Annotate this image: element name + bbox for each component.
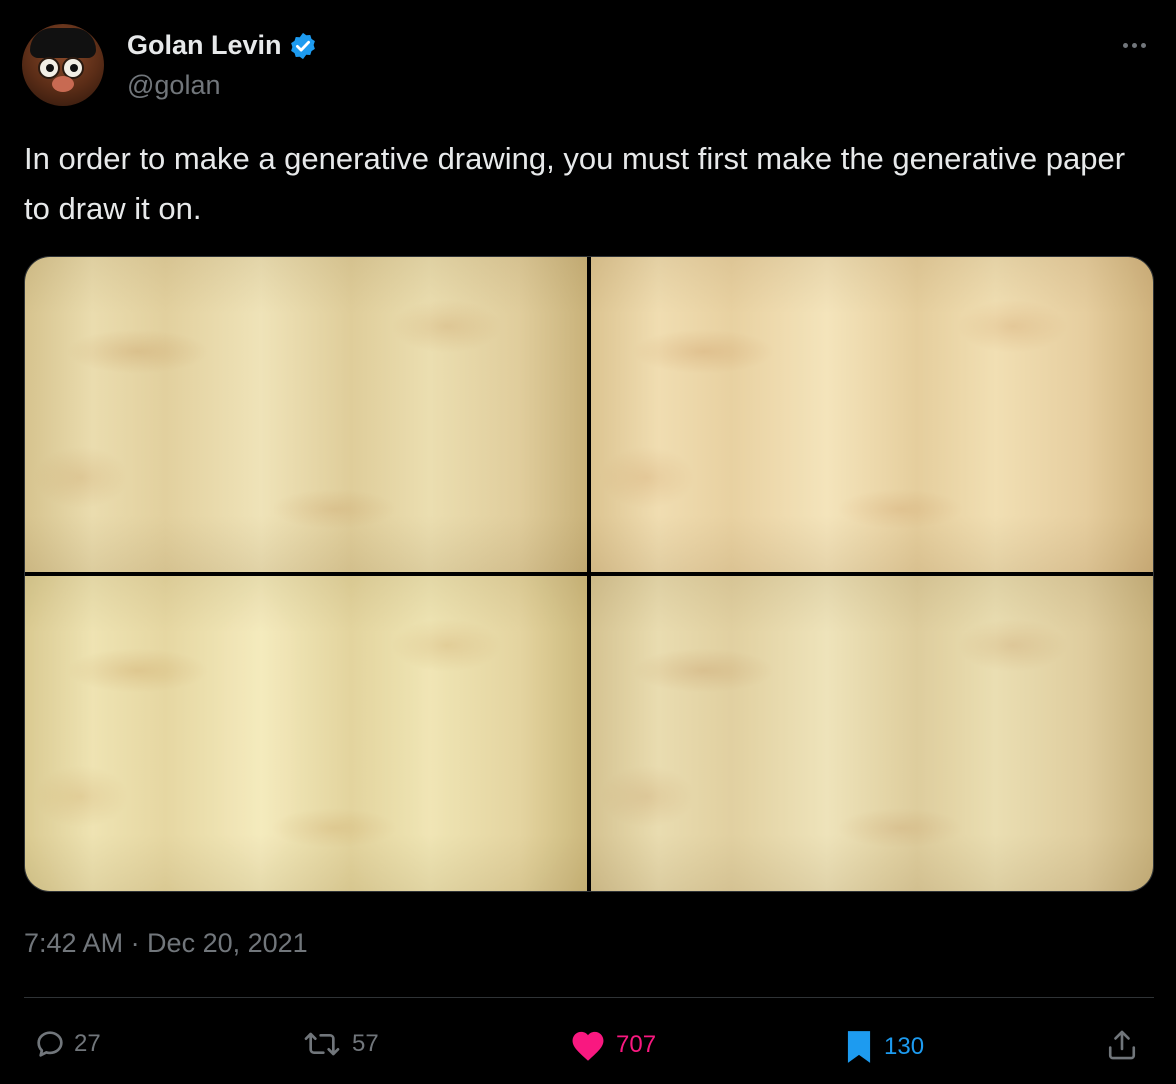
media-image-2[interactable] — [591, 257, 1153, 572]
author-name[interactable]: Golan Levin — [127, 30, 282, 61]
heart-icon — [572, 1031, 604, 1061]
like-count: 707 — [616, 1031, 657, 1058]
bookmark-button[interactable]: 130 — [842, 1028, 924, 1066]
action-bar: 27 57 707 130 — [0, 1022, 1176, 1072]
avatar-eye-left — [38, 57, 60, 79]
media-image-1[interactable] — [25, 257, 587, 572]
reply-count: 27 — [74, 1030, 101, 1057]
retweet-icon — [304, 1032, 340, 1056]
retweet-count: 57 — [352, 1030, 379, 1057]
reply-icon — [37, 1031, 63, 1057]
tweet-timestamp[interactable]: 7:42 AM · Dec 20, 2021 — [24, 928, 308, 959]
reply-button[interactable]: 27 — [34, 1028, 101, 1060]
retweet-button[interactable]: 57 — [300, 1028, 379, 1060]
more-dot-icon — [1131, 42, 1137, 48]
author-name-row: Golan Levin — [127, 30, 318, 61]
avatar-nose — [52, 76, 74, 92]
share-button[interactable] — [1106, 1028, 1138, 1062]
share-icon — [1108, 1030, 1136, 1060]
more-dot-icon — [1140, 42, 1146, 48]
media-grid — [24, 256, 1154, 892]
more-dot-icon — [1122, 42, 1128, 48]
bookmark-count: 130 — [884, 1033, 925, 1060]
verified-badge-icon — [290, 32, 315, 59]
bookmark-icon — [847, 1031, 871, 1063]
divider — [24, 997, 1154, 998]
avatar-hat — [30, 28, 96, 58]
media-image-3[interactable] — [25, 576, 587, 891]
media-image-4[interactable] — [591, 576, 1153, 891]
tweet-text: In order to make a generative drawing, y… — [24, 141, 1126, 226]
more-options-button[interactable] — [1116, 30, 1152, 60]
like-button[interactable]: 707 — [568, 1028, 656, 1062]
author-avatar[interactable] — [22, 24, 104, 106]
author-handle[interactable]: @golan — [127, 70, 220, 101]
